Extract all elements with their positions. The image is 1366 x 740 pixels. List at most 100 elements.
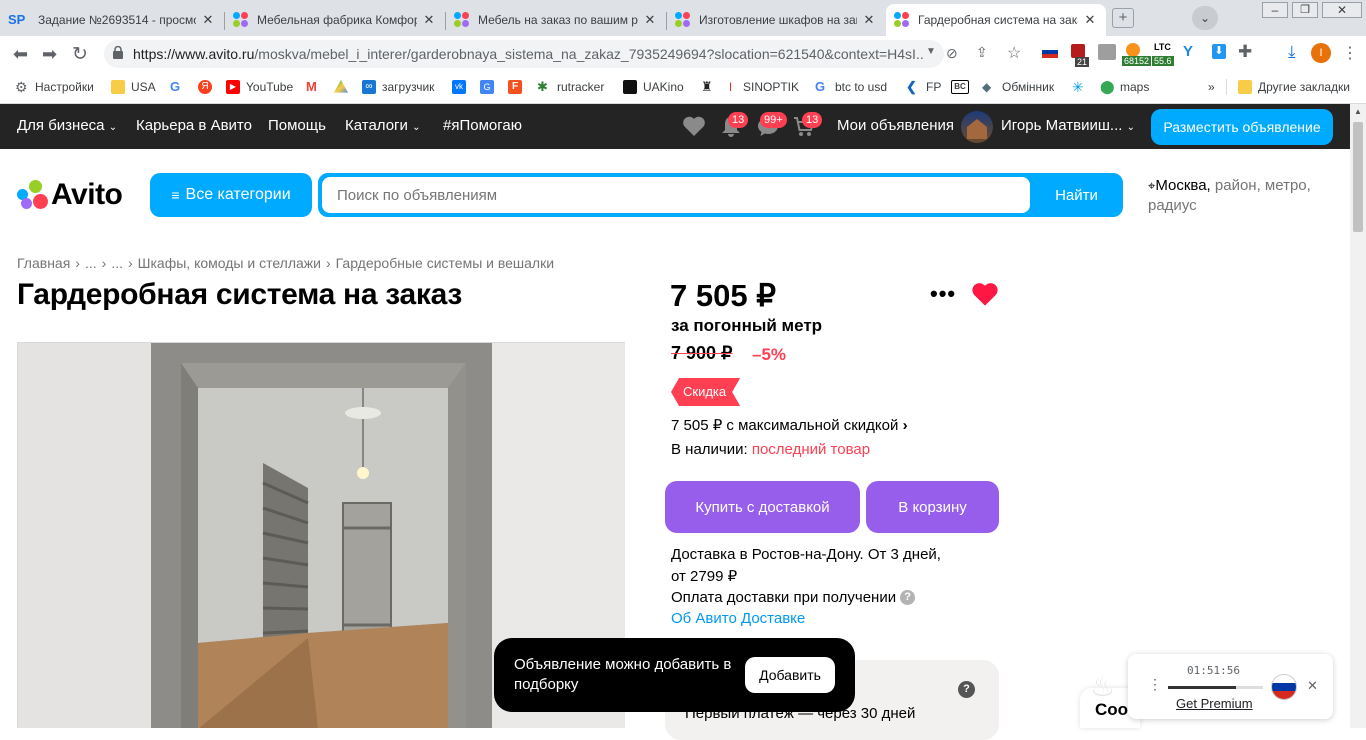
restore-window-icon[interactable]: ❐ bbox=[1292, 2, 1318, 18]
chevron-down-icon: ⌄ bbox=[412, 122, 421, 133]
breadcrumb-subcategory[interactable]: Гардеробные системы и вешалки bbox=[336, 255, 554, 271]
v-ext-icon[interactable]: Y bbox=[1183, 43, 1193, 60]
url-text[interactable]: https://www.avito.ru/moskva/mebel_i_inte… bbox=[133, 46, 923, 62]
bookmark-gmail[interactable]: M bbox=[306, 78, 326, 96]
bookmark-settings[interactable]: ⚙ Настройки bbox=[15, 78, 94, 96]
widget-menu-icon[interactable]: ⋮ bbox=[1148, 676, 1162, 693]
max-discount-link[interactable]: 7 505 ₽ с максимальной скидкой › bbox=[671, 416, 908, 434]
max-discount-text: 7 505 ₽ с максимальной скидкой bbox=[671, 417, 899, 434]
briefcase-ext-icon[interactable] bbox=[1098, 44, 1116, 60]
avito-logo[interactable]: Avito bbox=[17, 178, 123, 211]
add-to-cart-button[interactable]: В корзину bbox=[866, 481, 999, 533]
bookmark-star-icon[interactable]: ☆ bbox=[1007, 43, 1021, 63]
menu-kebab-icon[interactable]: ⋮ bbox=[1342, 43, 1358, 63]
nav-career[interactable]: Карьера в Авито bbox=[136, 117, 252, 134]
downloads-icon[interactable]: ⤓ bbox=[1288, 42, 1296, 62]
bookmark-btc-usd[interactable]: Gbtc to usd bbox=[815, 78, 887, 96]
close-tab-icon[interactable]: ✕ bbox=[861, 12, 877, 28]
bookmark-youtube[interactable]: ▶ YouTube bbox=[226, 78, 293, 96]
bookmark-yandex[interactable]: Я bbox=[198, 78, 218, 96]
back-icon[interactable]: ⬅ bbox=[13, 44, 28, 65]
avito-delivery-link[interactable]: Об Авито Доставке bbox=[671, 610, 805, 627]
reload-icon[interactable]: ↻ bbox=[72, 43, 88, 66]
place-ad-button[interactable]: Разместить объявление bbox=[1151, 109, 1333, 145]
puzzle-icon[interactable]: ✚ bbox=[1238, 42, 1252, 62]
breadcrumb-category[interactable]: Шкафы, комоды и стеллажи bbox=[138, 255, 321, 271]
close-icon[interactable]: ✕ bbox=[1307, 678, 1318, 694]
close-tab-icon[interactable]: ✕ bbox=[642, 12, 658, 28]
bookmark-snowflake[interactable]: ✳ bbox=[1072, 78, 1092, 96]
bitcoin-icon[interactable] bbox=[1126, 43, 1140, 57]
scroll-up-icon[interactable]: ▲ bbox=[1354, 107, 1362, 116]
bookmark-translate[interactable]: G bbox=[480, 78, 500, 96]
share-icon[interactable]: ⇪ bbox=[976, 44, 988, 61]
bookmark-usa[interactable]: USA bbox=[111, 78, 156, 96]
search-input[interactable] bbox=[322, 177, 1030, 213]
russia-flag-icon[interactable] bbox=[1042, 46, 1058, 58]
shield-ext-icon[interactable] bbox=[1071, 44, 1085, 58]
bookmark-drive[interactable] bbox=[334, 78, 354, 96]
breadcrumb-item[interactable]: ... bbox=[111, 255, 123, 271]
more-options-icon[interactable]: ••• bbox=[930, 281, 956, 307]
close-tab-icon[interactable]: ✕ bbox=[421, 12, 437, 28]
nav-help[interactable]: Помощь bbox=[268, 117, 326, 134]
breadcrumb-home[interactable]: Главная bbox=[17, 255, 70, 271]
tab-search-chevron-icon[interactable]: ⌄ bbox=[1192, 6, 1218, 30]
location-selector[interactable]: ⌖Москва, район, метро, радиус bbox=[1148, 176, 1338, 216]
nav-catalogs-label: Каталоги bbox=[345, 117, 408, 134]
close-tab-icon[interactable]: ✕ bbox=[200, 12, 216, 28]
user-avatar[interactable] bbox=[961, 111, 993, 143]
close-tab-icon[interactable]: ✕ bbox=[1082, 12, 1098, 28]
profile-avatar[interactable]: I bbox=[1311, 43, 1331, 63]
tab-wardrobes[interactable]: Изготовление шкафов на заказ ✕ bbox=[667, 4, 885, 36]
nav-catalogs[interactable]: Каталоги ⌄ bbox=[345, 117, 420, 134]
bookmark-chess[interactable]: ♜ bbox=[701, 78, 721, 96]
bookmark-google[interactable]: G bbox=[170, 78, 190, 96]
f-icon: F bbox=[508, 80, 522, 94]
breadcrumb-chevron-icon: › bbox=[101, 255, 107, 271]
search-button[interactable]: Найти bbox=[1032, 175, 1121, 215]
dropdown-icon[interactable]: ▼ bbox=[926, 46, 936, 57]
close-window-icon[interactable]: ✕ bbox=[1322, 2, 1362, 18]
bookmark-sinoptik[interactable]: ǀ SINOPTIK bbox=[729, 78, 799, 96]
buy-with-delivery-button[interactable]: Купить с доставкой bbox=[665, 481, 860, 533]
bookmarks-overflow-chevron[interactable]: » bbox=[1208, 78, 1215, 96]
scrollbar-thumb[interactable] bbox=[1353, 122, 1363, 232]
question-icon[interactable]: ? bbox=[900, 590, 916, 605]
tab-task[interactable]: SP Задание №2693514 - просмотр ✕ bbox=[0, 4, 224, 36]
get-premium-link[interactable]: Get Premium bbox=[1176, 696, 1253, 711]
nav-my-ads[interactable]: Мои объявления bbox=[837, 117, 954, 134]
bookmark-bc[interactable]: BC bbox=[951, 78, 975, 96]
nav-help-tag[interactable]: #яПомогаю bbox=[443, 117, 522, 134]
bookmark-other[interactable]: Другие закладки bbox=[1238, 78, 1350, 96]
bookmark-rutracker[interactable]: ✱ rutracker bbox=[537, 78, 604, 96]
forward-icon[interactable]: ➡ bbox=[42, 44, 57, 65]
nav-user-menu[interactable]: Игорь Матвииш... ⌄ bbox=[1001, 117, 1135, 134]
favorite-heart-icon[interactable] bbox=[971, 281, 999, 312]
bookmark-maps[interactable]: ⬤ maps bbox=[1100, 78, 1149, 96]
breadcrumb: Главная ›... ›... › Шкафы, комоды и стеллажи… bbox=[17, 255, 554, 271]
block-icon[interactable]: ⊘ bbox=[946, 45, 958, 62]
bookmark-f[interactable]: F bbox=[508, 78, 528, 96]
favorites-heart-icon[interactable] bbox=[682, 115, 706, 142]
avito-logo-dots-icon bbox=[17, 180, 49, 210]
breadcrumb-item[interactable]: ... bbox=[85, 255, 97, 271]
help-question-icon[interactable]: ? bbox=[958, 681, 975, 698]
all-categories-button[interactable]: ≡ Все категории bbox=[150, 173, 312, 217]
bookmark-exchanger[interactable]: ◆ Обмінник bbox=[982, 78, 1054, 96]
lock-icon[interactable] bbox=[113, 45, 123, 59]
tab-furniture[interactable]: Мебель на заказ по вашим размерам ✕ bbox=[446, 4, 666, 36]
download-ext-icon[interactable]: ⬇ bbox=[1212, 44, 1226, 59]
bookmark-loader[interactable]: ∞ загрузчик bbox=[362, 78, 434, 96]
russia-flag-icon[interactable] bbox=[1271, 674, 1297, 700]
bookmark-fp[interactable]: ❮ FP bbox=[906, 78, 941, 96]
minimize-window-icon[interactable]: – bbox=[1262, 2, 1288, 18]
new-tab-button[interactable]: + bbox=[1112, 8, 1134, 28]
bookmark-uakino[interactable]: UAKino bbox=[623, 78, 684, 96]
bookmark-vk[interactable]: vk bbox=[452, 78, 472, 96]
toast-add-button[interactable]: Добавить bbox=[745, 657, 835, 693]
cart-badge: 13 bbox=[802, 112, 823, 128]
nav-business[interactable]: Для бизнеса ⌄ bbox=[17, 117, 117, 134]
tab-comfort[interactable]: Мебельная фабрика Комфорт ✕ bbox=[225, 4, 445, 36]
tab-active-wardrobe-system[interactable]: Гардеробная система на заказ ✕ bbox=[886, 4, 1106, 36]
